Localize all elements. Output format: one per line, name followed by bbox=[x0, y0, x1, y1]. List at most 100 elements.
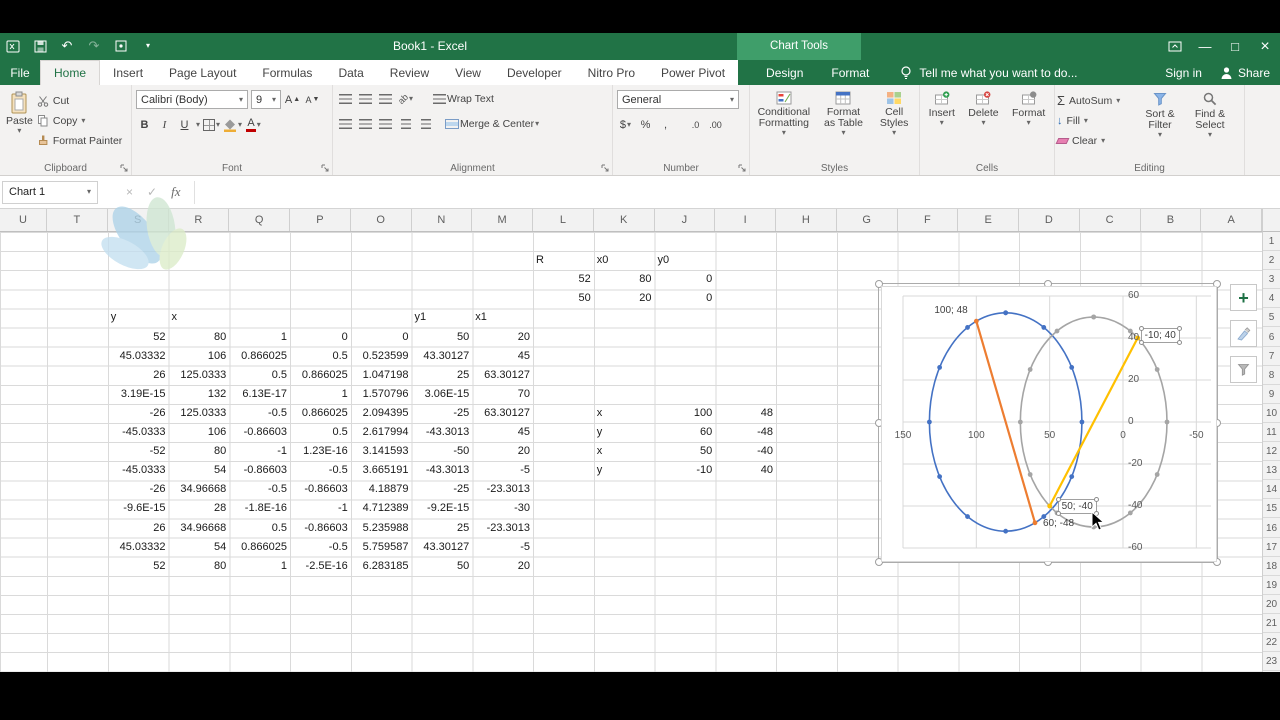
cell-M5[interactable]: x1 bbox=[472, 308, 533, 327]
cell-Q13[interactable]: -0.86603 bbox=[229, 461, 290, 480]
column-header-C[interactable]: C bbox=[1080, 209, 1141, 231]
column-header-G[interactable]: G bbox=[837, 209, 898, 231]
column-header-Q[interactable]: Q bbox=[229, 209, 290, 231]
cell-O9[interactable]: 1.570796 bbox=[351, 385, 412, 404]
cell-N9[interactable]: 3.06E-15 bbox=[412, 385, 473, 404]
cell-O15[interactable]: 4.712389 bbox=[351, 499, 412, 518]
redo-icon[interactable]: ↷ bbox=[85, 37, 103, 55]
tab-view[interactable]: View bbox=[442, 60, 494, 85]
cell-P17[interactable]: -0.5 bbox=[290, 538, 351, 557]
cell-M17[interactable]: -5 bbox=[472, 538, 533, 557]
align-middle-button[interactable] bbox=[357, 90, 374, 108]
row-header-22[interactable]: 22 bbox=[1263, 633, 1280, 653]
align-left-button[interactable] bbox=[337, 115, 354, 133]
cell-J11[interactable]: 60 bbox=[655, 423, 716, 442]
cell-Q10[interactable]: -0.5 bbox=[229, 404, 290, 423]
cell-N5[interactable]: y1 bbox=[412, 308, 473, 327]
close-button[interactable]: × bbox=[1250, 33, 1280, 60]
cell-O13[interactable]: 3.665191 bbox=[351, 461, 412, 480]
touch-mode-icon[interactable] bbox=[112, 37, 130, 55]
cell-Q7[interactable]: 0.866025 bbox=[229, 347, 290, 366]
cell-N18[interactable]: 50 bbox=[412, 557, 473, 576]
row-header-15[interactable]: 15 bbox=[1263, 499, 1280, 519]
tab-format[interactable]: Format bbox=[817, 60, 883, 85]
cell-N16[interactable]: 25 bbox=[412, 519, 473, 538]
italic-button[interactable]: I bbox=[156, 116, 173, 134]
cell-O18[interactable]: 6.283185 bbox=[351, 557, 412, 576]
row-header-20[interactable]: 20 bbox=[1263, 595, 1280, 614]
column-header-H[interactable]: H bbox=[776, 209, 837, 231]
font-size-combo[interactable]: 9 ▾ bbox=[251, 90, 281, 109]
row-header-3[interactable]: 3 bbox=[1263, 270, 1280, 290]
cell-M13[interactable]: -5 bbox=[472, 461, 533, 480]
cell-S6[interactable]: 52 bbox=[108, 328, 169, 347]
cell-Q11[interactable]: -0.86603 bbox=[229, 423, 290, 442]
tell-me-box[interactable]: Tell me what you want to do... bbox=[899, 65, 1078, 80]
format-cells-button[interactable]: Format ▾ bbox=[1008, 88, 1049, 159]
cell-S8[interactable]: 26 bbox=[108, 366, 169, 385]
row-header-11[interactable]: 11 bbox=[1263, 423, 1280, 443]
chart-elements-button[interactable]: + bbox=[1230, 284, 1257, 311]
column-header-N[interactable]: N bbox=[412, 209, 473, 231]
tab-design[interactable]: Design bbox=[752, 60, 817, 85]
cell-Q9[interactable]: 6.13E-17 bbox=[229, 385, 290, 404]
cell-Q8[interactable]: 0.5 bbox=[229, 366, 290, 385]
cell-P9[interactable]: 1 bbox=[290, 385, 351, 404]
cell-O6[interactable]: 0 bbox=[351, 328, 412, 347]
cell-R11[interactable]: 106 bbox=[169, 423, 230, 442]
cell-S11[interactable]: -45.0333 bbox=[108, 423, 169, 442]
borders-button[interactable]: ▾ bbox=[203, 116, 220, 134]
column-header-S[interactable]: S bbox=[108, 209, 169, 231]
cell-J10[interactable]: 100 bbox=[655, 404, 716, 423]
cell-R8[interactable]: 125.0333 bbox=[169, 366, 230, 385]
column-header-E[interactable]: E bbox=[958, 209, 1019, 231]
chart-filters-button[interactable] bbox=[1230, 356, 1257, 383]
row-header-10[interactable]: 10 bbox=[1263, 404, 1280, 423]
column-header-T[interactable]: T bbox=[47, 209, 108, 231]
cell-K11[interactable]: y bbox=[594, 423, 655, 442]
shrink-font-button[interactable]: A ▼ bbox=[304, 91, 321, 109]
cell-P12[interactable]: 1.23E-16 bbox=[290, 442, 351, 461]
tab-insert[interactable]: Insert bbox=[100, 60, 156, 85]
align-center-button[interactable] bbox=[357, 115, 374, 133]
enter-icon[interactable]: ✓ bbox=[147, 185, 157, 199]
percent-style-button[interactable]: % bbox=[637, 116, 654, 134]
maximize-button[interactable]: □ bbox=[1220, 33, 1250, 60]
cell-S12[interactable]: -52 bbox=[108, 442, 169, 461]
cell-J4[interactable]: 0 bbox=[655, 289, 716, 308]
cell-L3[interactable]: 52 bbox=[533, 270, 594, 289]
column-header-B[interactable]: B bbox=[1141, 209, 1202, 231]
cell-M11[interactable]: 45 bbox=[472, 423, 533, 442]
data-label[interactable]: 50; -40 bbox=[1055, 497, 1099, 516]
cell-J2[interactable]: y0 bbox=[655, 251, 716, 270]
cell-S9[interactable]: 3.19E-15 bbox=[108, 385, 169, 404]
insert-function-icon[interactable]: fx bbox=[171, 184, 180, 200]
column-header-A[interactable]: A bbox=[1201, 209, 1262, 231]
tab-review[interactable]: Review bbox=[377, 60, 442, 85]
cell-P16[interactable]: -0.86603 bbox=[290, 519, 351, 538]
decrease-indent-button[interactable] bbox=[397, 115, 414, 133]
cell-P10[interactable]: 0.866025 bbox=[290, 404, 351, 423]
align-top-button[interactable] bbox=[337, 90, 354, 108]
increase-indent-button[interactable] bbox=[417, 115, 434, 133]
cell-I13[interactable]: 40 bbox=[715, 461, 776, 480]
row-header-17[interactable]: 17 bbox=[1263, 538, 1280, 557]
cell-I11[interactable]: -48 bbox=[715, 423, 776, 442]
cell-R13[interactable]: 54 bbox=[169, 461, 230, 480]
cell-S15[interactable]: -9.6E-15 bbox=[108, 499, 169, 518]
row-header-8[interactable]: 8 bbox=[1263, 366, 1280, 385]
cell-R9[interactable]: 132 bbox=[169, 385, 230, 404]
grow-font-button[interactable]: A ▲ bbox=[284, 91, 301, 109]
tab-data[interactable]: Data bbox=[325, 60, 376, 85]
cell-S18[interactable]: 52 bbox=[108, 557, 169, 576]
cell-O7[interactable]: 0.523599 bbox=[351, 347, 412, 366]
cell-J13[interactable]: -10 bbox=[655, 461, 716, 480]
row-header-16[interactable]: 16 bbox=[1263, 519, 1280, 538]
cell-styles-button[interactable]: Cell Styles ▾ bbox=[873, 88, 915, 159]
cut-button[interactable]: Cut bbox=[37, 92, 122, 109]
merge-center-button[interactable]: Merge & Center ▾ bbox=[445, 115, 539, 133]
cell-M8[interactable]: 63.30127 bbox=[472, 366, 533, 385]
cell-N10[interactable]: -25 bbox=[412, 404, 473, 423]
cell-S16[interactable]: 26 bbox=[108, 519, 169, 538]
cell-K13[interactable]: y bbox=[594, 461, 655, 480]
